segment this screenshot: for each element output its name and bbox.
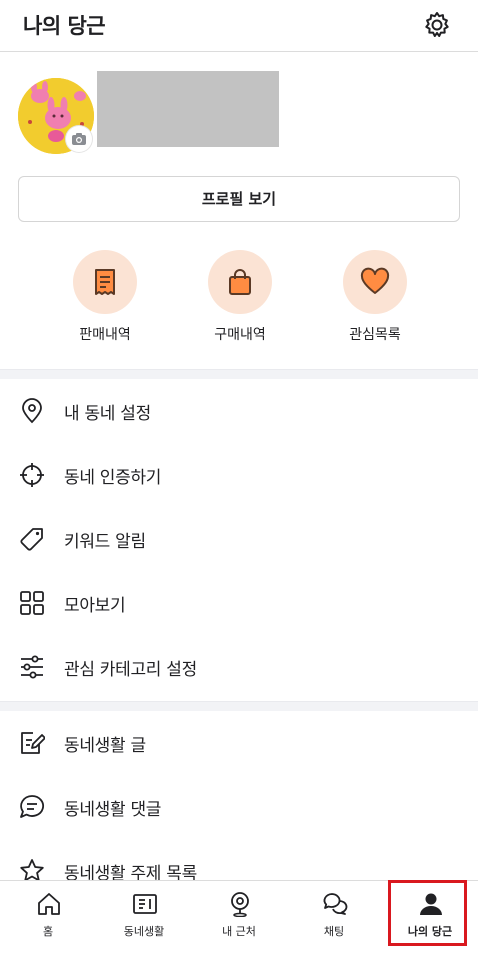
menu-item-label: 내 동네 설정 [64, 404, 151, 424]
menu-item-label: 관심 카테고리 설정 [64, 660, 197, 680]
quick-action-label: 구매내역 [214, 327, 266, 343]
tab-label: 내 근처 [222, 925, 256, 938]
heart-icon [360, 267, 390, 294]
tab-label: 채팅 [323, 925, 345, 938]
grid-icon [20, 591, 44, 615]
page-title: 나의 당근 [23, 14, 106, 38]
quick-purchase-history[interactable]: 구매내역 [190, 250, 290, 350]
gear-icon[interactable] [423, 11, 451, 39]
tab-nearby[interactable]: 내 근처 [191, 881, 287, 960]
redacted-profile-info [97, 71, 279, 147]
menu-item-neighborhood-settings[interactable]: 내 동네 설정 [0, 379, 478, 443]
quick-action-label: 판매내역 [79, 327, 131, 343]
comment-icon [20, 795, 44, 818]
quick-action-circle [73, 250, 137, 314]
menu-item-label: 동네 인증하기 [64, 468, 162, 488]
bottom-tab-bar: 홈 동네생활 내 근처 채팅 나의 당근 [0, 880, 478, 960]
quick-sales-history[interactable]: 판매내역 [55, 250, 155, 350]
menu-item-label: 동네생활 글 [64, 736, 146, 756]
quick-wishlist[interactable]: 관심목록 [325, 250, 425, 350]
menu-item-label: 키워드 알림 [64, 532, 146, 552]
quick-action-label: 관심목록 [349, 327, 401, 343]
tag-icon [20, 528, 43, 551]
tab-community[interactable]: 동네생활 [96, 881, 192, 960]
section-divider [0, 369, 478, 379]
receipt-icon [95, 269, 115, 295]
edit-note-icon [21, 732, 45, 754]
menu-item-label: 동네생활 댓글 [64, 800, 162, 820]
shopping-bag-icon [229, 269, 251, 295]
chat-icon [323, 893, 348, 915]
section-divider [0, 701, 478, 711]
tab-label: 동네생활 [123, 925, 165, 938]
sliders-icon [21, 655, 43, 679]
menu-item-community-posts[interactable]: 동네생활 글 [0, 711, 478, 775]
tab-home[interactable]: 홈 [0, 881, 96, 960]
crosshair-icon [20, 463, 44, 487]
profile-section: 프로필 보기 판매내역 구매내역 관심목록 [0, 53, 478, 369]
tab-label: 나의 당근 [407, 925, 453, 938]
map-pin-icon [231, 892, 249, 917]
location-pin-icon [22, 398, 42, 424]
menu-item-verify-neighborhood[interactable]: 동네 인증하기 [0, 443, 478, 507]
menu-item-category-settings[interactable]: 관심 카테고리 설정 [0, 635, 478, 699]
tab-my-karrot[interactable]: 나의 당근 [382, 881, 478, 960]
menu-item-keyword-alerts[interactable]: 키워드 알림 [0, 507, 478, 571]
view-profile-button[interactable]: 프로필 보기 [18, 176, 460, 222]
app-header: 나의 당근 [0, 0, 478, 52]
quick-action-circle [343, 250, 407, 314]
home-icon [38, 893, 60, 915]
user-icon [420, 893, 442, 915]
tab-label: 홈 [42, 925, 54, 938]
newspaper-icon [133, 894, 157, 914]
menu-item-community-comments[interactable]: 동네생활 댓글 [0, 775, 478, 839]
quick-action-circle [208, 250, 272, 314]
camera-icon [72, 133, 86, 145]
menu-item-label: 모아보기 [64, 596, 126, 616]
menu-item-collections[interactable]: 모아보기 [0, 571, 478, 635]
change-photo-button[interactable] [66, 126, 92, 152]
tab-chat[interactable]: 채팅 [286, 881, 382, 960]
